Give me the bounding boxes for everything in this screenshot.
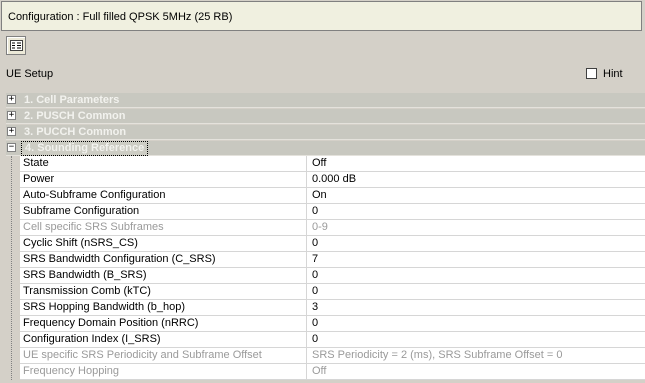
property-name: Transmission Comb (kTC) <box>20 284 307 299</box>
property-row[interactable]: SRS Bandwidth Configuration (C_SRS) 7 <box>20 252 645 268</box>
property-value[interactable]: 0 <box>312 316 318 331</box>
property-name: UE specific SRS Periodicity and Subframe… <box>20 348 307 363</box>
property-name: Frequency Hopping <box>20 364 307 379</box>
property-value[interactable]: 3 <box>312 300 318 315</box>
property-value[interactable]: 0 <box>312 236 318 251</box>
section-label: 2. PUSCH Common <box>24 110 126 122</box>
property-row: Cell specific SRS Subframes 0-9 <box>20 220 645 236</box>
property-row[interactable]: SRS Hopping Bandwidth (b_hop) 3 <box>20 300 645 316</box>
section-pucch-common[interactable]: + 3. PUCCH Common <box>6 125 645 140</box>
property-name: Subframe Configuration <box>20 204 307 219</box>
property-name: Frequency Domain Position (nRRC) <box>20 316 307 331</box>
hint-label: Hint <box>603 68 623 80</box>
property-value[interactable]: 0 <box>312 284 318 299</box>
property-row[interactable]: Frequency Domain Position (nRRC) 0 <box>20 316 645 332</box>
property-row[interactable]: Power 0.000 dB <box>20 172 645 188</box>
property-name: Auto-Subframe Configuration <box>20 188 307 203</box>
property-value[interactable]: Off <box>312 156 326 171</box>
property-name: SRS Bandwidth (B_SRS) <box>20 268 307 283</box>
configuration-title-bar: Configuration : Full filled QPSK 5MHz (2… <box>1 1 642 31</box>
property-value[interactable]: 0.000 dB <box>312 172 356 187</box>
property-name: State <box>20 156 307 171</box>
expand-plus-icon[interactable]: + <box>7 127 16 136</box>
section-sounding-reference[interactable]: − 4. Sounding Reference <box>6 141 645 156</box>
property-row[interactable]: SRS Bandwidth (B_SRS) 0 <box>20 268 645 284</box>
panel-title: UE Setup <box>6 68 54 80</box>
section-pusch-common[interactable]: + 2. PUSCH Common <box>6 109 645 124</box>
hint-checkbox-box[interactable] <box>586 68 597 79</box>
section-label: 4. Sounding Reference <box>21 141 149 156</box>
expand-plus-icon[interactable]: + <box>7 111 16 120</box>
expand-plus-icon[interactable]: + <box>7 95 16 104</box>
view-toggle-button[interactable] <box>6 36 26 55</box>
property-row[interactable]: Configuration Index (I_SRS) 0 <box>20 332 645 348</box>
property-value[interactable]: 0 <box>312 204 318 219</box>
section-cell-parameters[interactable]: + 1. Cell Parameters <box>6 93 645 108</box>
collapse-minus-icon[interactable]: − <box>7 143 16 152</box>
property-row[interactable]: State Off <box>20 156 645 172</box>
property-value[interactable]: On <box>312 188 327 203</box>
section-label: 3. PUCCH Common <box>24 126 127 138</box>
property-value[interactable]: 0 <box>312 268 318 283</box>
property-value: SRS Periodicity = 2 (ms), SRS Subframe O… <box>312 349 563 361</box>
property-name: SRS Hopping Bandwidth (b_hop) <box>20 300 307 315</box>
tree-connector-line <box>11 156 12 380</box>
property-name: Cell specific SRS Subframes <box>20 220 307 235</box>
section-label: 1. Cell Parameters <box>24 94 120 106</box>
configuration-title: Configuration : Full filled QPSK 5MHz (2… <box>8 11 233 23</box>
property-name: Power <box>20 172 307 187</box>
property-row[interactable]: Auto-Subframe Configuration On <box>20 188 645 204</box>
view-list-icon <box>10 40 23 51</box>
property-value[interactable]: 7 <box>312 252 318 267</box>
property-row[interactable]: Transmission Comb (kTC) 0 <box>20 284 645 300</box>
property-value: 0-9 <box>312 221 328 233</box>
property-row[interactable]: Subframe Configuration 0 <box>20 204 645 220</box>
property-value: Off <box>312 365 327 377</box>
property-name: SRS Bandwidth Configuration (C_SRS) <box>20 252 307 267</box>
property-row: UE specific SRS Periodicity and Subframe… <box>20 348 645 364</box>
property-value[interactable]: 0 <box>312 332 318 347</box>
property-name: Configuration Index (I_SRS) <box>20 332 307 347</box>
property-name: Cyclic Shift (nSRS_CS) <box>20 236 307 251</box>
property-row[interactable]: Cyclic Shift (nSRS_CS) 0 <box>20 236 645 252</box>
property-row: Frequency Hopping Off <box>20 364 645 380</box>
property-grid: State Off Power 0.000 dB Auto-Subframe Confi… <box>20 156 645 380</box>
